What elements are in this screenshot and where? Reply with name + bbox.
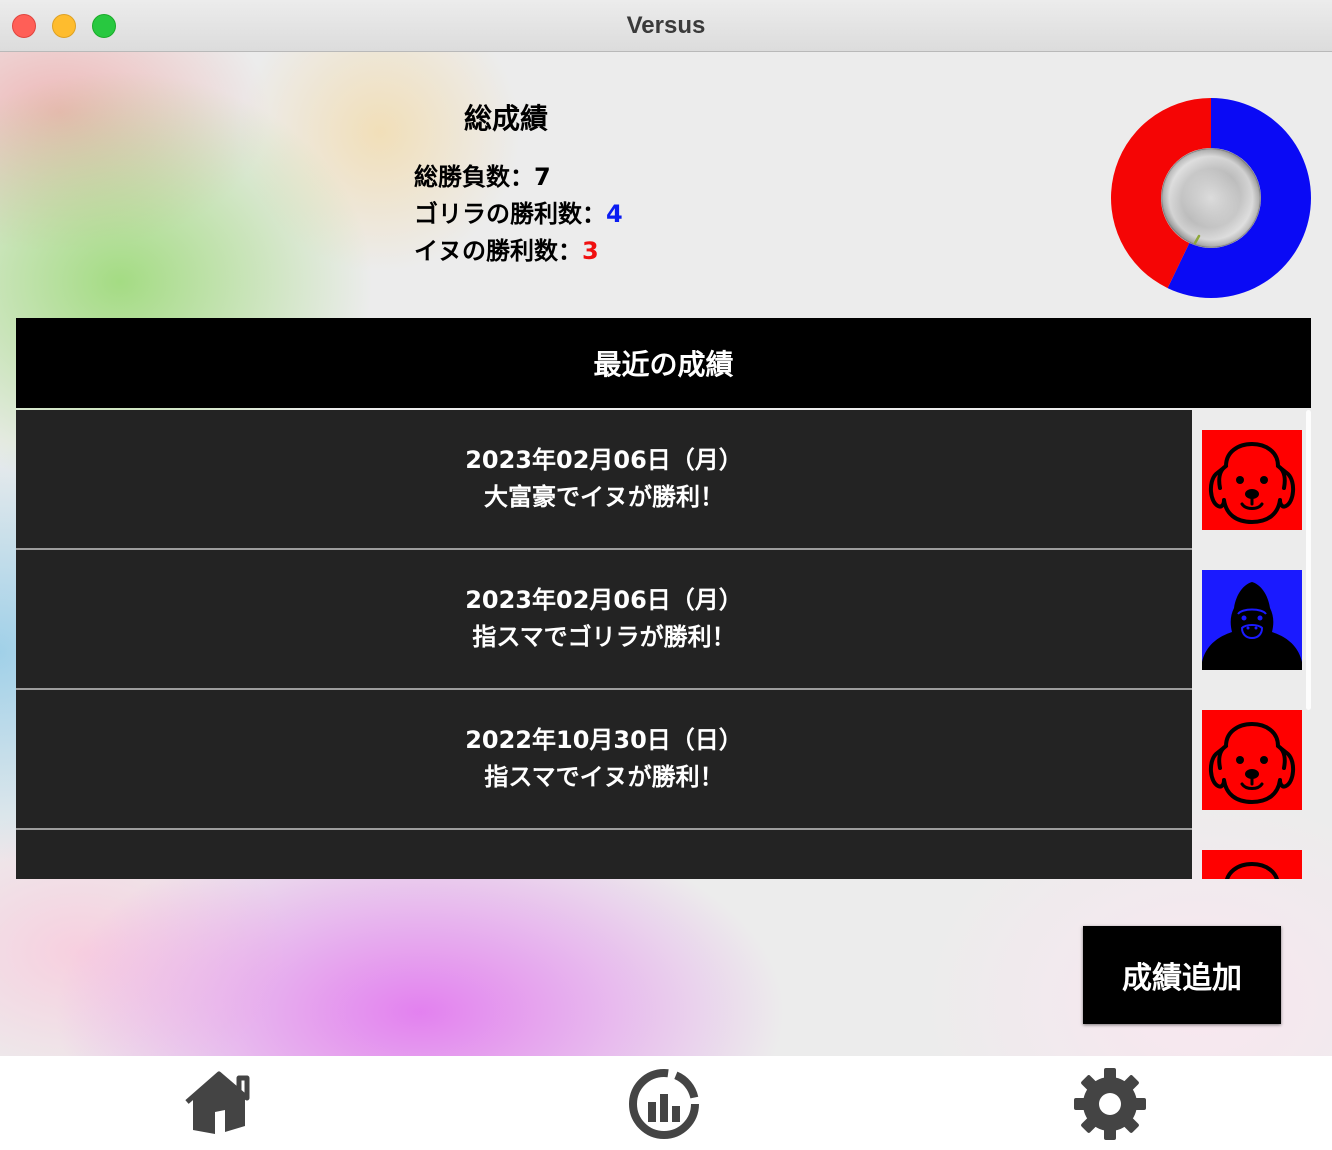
tab-stats[interactable] [624,1066,704,1142]
win-ratio-donut [1110,97,1312,299]
result-text: 指スマでイヌが勝利！ [484,763,724,791]
home-icon [185,1071,250,1134]
result-text: 大富豪でイヌが勝利！ [484,483,724,511]
dog-icon [1202,850,1302,879]
result-row[interactable]: 2022年10月30日（日） 指スマでイヌが勝利！ [16,690,1311,830]
result-date: 2023年02月06日（月） [465,446,743,474]
dog-wins-label: イヌの勝利数： [414,237,582,265]
dog-icon [1202,710,1302,810]
summary-panel: 総成績 総勝負数：7 ゴリラの勝利数：4 イヌの勝利数：3 [414,97,714,270]
stats-icon [629,1069,699,1139]
result-row-cell[interactable]: 2023年02月06日（月） 大富豪でイヌが勝利！ [16,410,1192,550]
window-titlebar: Versus [0,0,1332,52]
bottom-tab-bar [0,1056,1332,1150]
result-row[interactable]: 2023年02月06日（月） 大富豪でイヌが勝利！ [16,410,1311,550]
gorilla-icon [1202,570,1302,670]
gorilla-wins-label: ゴリラの勝利数： [414,200,606,228]
list-scrollbar[interactable] [1306,410,1311,710]
gorilla-wins-line: ゴリラの勝利数：4 [414,196,714,233]
gorilla-wins-value: 4 [606,200,623,228]
summary-title: 総成績 [464,102,549,135]
result-date: 2022年10月30日（日） [465,726,743,754]
result-row-cell[interactable] [16,830,1192,879]
recent-results-header: 最近の成績 [16,318,1311,408]
result-row-cell[interactable]: 2022年10月30日（日） 指スマでイヌが勝利！ [16,690,1192,830]
total-matches-label: 総勝負数： [414,163,534,191]
dog-wins-value: 3 [582,237,599,265]
tab-settings[interactable] [1070,1066,1150,1142]
result-date: 2023年02月06日（月） [465,586,743,614]
recent-results-list[interactable]: 2023年02月06日（月） 大富豪でイヌが勝利！ 2023年02月06日（月）… [16,410,1311,879]
result-row[interactable]: 2023年02月06日（月） 指スマでゴリラが勝利！ [16,550,1311,690]
main-content: 総成績 総勝負数：7 ゴリラの勝利数：4 イヌの勝利数：3 最近の成績 2023… [0,52,1332,1056]
result-row-cell[interactable]: 2023年02月06日（月） 指スマでゴリラが勝利！ [16,550,1192,690]
result-text: 指スマでゴリラが勝利！ [472,623,736,651]
dog-wins-line: イヌの勝利数：3 [414,233,714,270]
dog-icon [1202,430,1302,530]
total-matches-value: 7 [534,163,551,191]
gear-icon [1074,1068,1146,1140]
tab-home[interactable] [178,1066,258,1142]
add-result-button[interactable]: 成績追加 [1083,926,1281,1024]
window-title: Versus [626,12,706,39]
total-matches-line: 総勝負数：7 [414,159,714,196]
result-row[interactable] [16,830,1311,879]
